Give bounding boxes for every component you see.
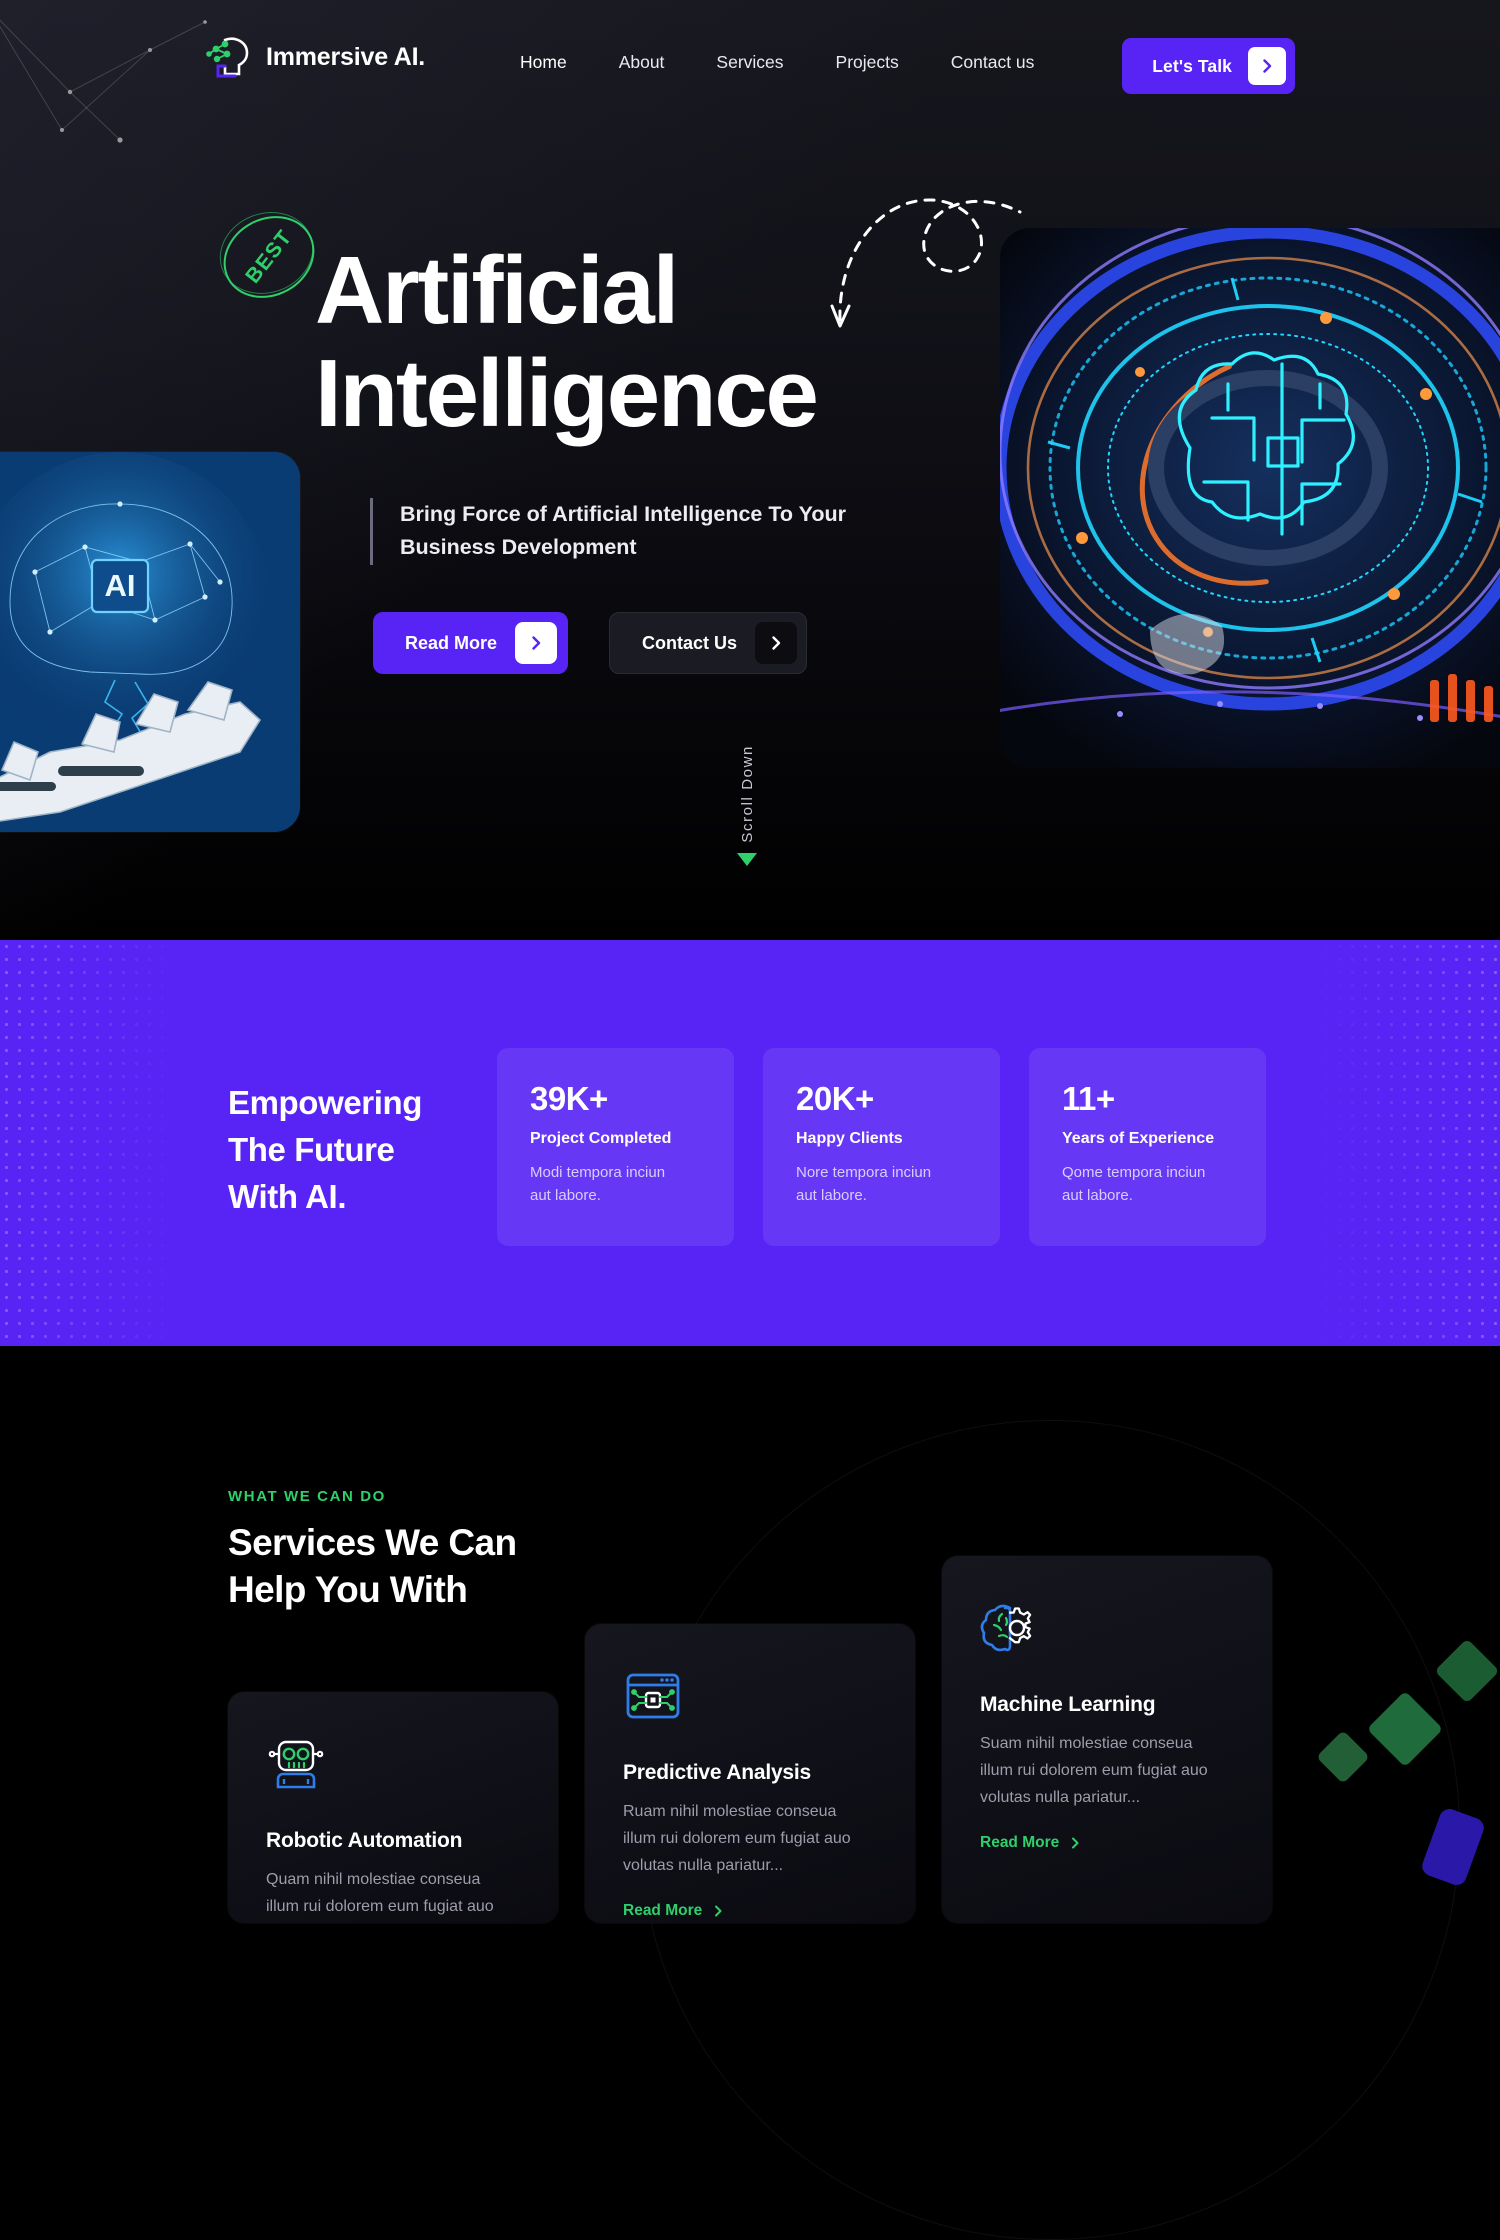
hero-image-robot-hand: AI xyxy=(0,452,300,832)
stat-description: Modi tempora inciun aut labore. xyxy=(530,1161,708,1208)
stat-description: Qome tempora inciun aut labore. xyxy=(1062,1161,1240,1208)
hero-title-line-2: Intelligence xyxy=(315,339,819,447)
stat-desc-line-2: aut labore. xyxy=(1062,1187,1133,1205)
scroll-down-label: Scroll Down xyxy=(738,745,756,843)
chevron-right-icon xyxy=(515,622,558,664)
services-eyebrow: WHAT WE CAN DO xyxy=(228,1488,386,1505)
hero-subtitle-line-2: Business Development xyxy=(400,535,637,560)
svg-text:AI: AI xyxy=(105,568,136,603)
service-card-robotic-automation[interactable]: Robotic Automation Quam nihil molestiae … xyxy=(228,1692,558,1923)
hero-title-line-1: Artificial xyxy=(315,237,679,344)
service-card-predictive-analysis[interactable]: Predictive Analysis Ruam nihil molestiae… xyxy=(585,1624,915,1923)
main-nav: Home About Services Projects Contact us xyxy=(520,52,1034,73)
hero-action-buttons: Read More Contact Us xyxy=(373,612,808,674)
service-desc-line-2: illum rui dolorem eum fugiat auo xyxy=(623,1829,851,1847)
stats-heading-line-3: With AI. xyxy=(228,1177,347,1215)
stat-number: 39K+ xyxy=(530,1080,608,1117)
service-desc-line-3: volutas nulla pariatur... xyxy=(623,1856,784,1874)
service-desc-line-3: volutas nulla pariatur... xyxy=(980,1788,1141,1806)
chevron-right-icon xyxy=(1072,1837,1079,1849)
robot-icon xyxy=(268,1740,324,1789)
read-more-label: Read More xyxy=(405,632,498,653)
stat-card: 20K+ Happy Clients Nore tempora inciun a… xyxy=(763,1048,1000,1246)
nav-item-services[interactable]: Services xyxy=(716,52,783,73)
stat-card: 11+ Years of Experience Qome tempora inc… xyxy=(1029,1048,1266,1246)
scroll-down-indicator[interactable]: Scroll Down xyxy=(730,745,764,866)
stat-desc-line-1: Qome tempora inciun xyxy=(1062,1164,1206,1181)
service-description: Quam nihil molestiae conseua illum rui d… xyxy=(266,1867,520,1923)
read-more-button[interactable]: Read More xyxy=(373,612,569,674)
stat-desc-line-2: aut labore. xyxy=(796,1187,867,1205)
contact-us-label: Contact Us xyxy=(642,632,738,653)
service-desc-line-2: illum rui dolorem eum fugiat auo xyxy=(980,1761,1208,1779)
dashed-loop-arrow-decoration xyxy=(830,198,1022,328)
top-navigation-bar: Immersive AI. Home About Services Projec… xyxy=(0,0,1500,110)
service-desc-line-1: Ruam nihil molestiae conseua xyxy=(623,1803,837,1820)
service-desc-line-1: Quam nihil molestiae conseua xyxy=(266,1871,481,1888)
contact-us-button[interactable]: Contact Us xyxy=(609,612,808,674)
stat-cards-list: 39K+ Project Completed Modi tempora inci… xyxy=(497,1048,1266,1246)
read-more-label: Read More xyxy=(623,1901,703,1919)
lets-talk-label: Let's Talk xyxy=(1152,55,1232,76)
dot-pattern-right xyxy=(1320,940,1500,1346)
triangle-down-icon xyxy=(737,852,757,866)
nav-item-about[interactable]: About xyxy=(619,52,665,73)
stat-desc-line-2: aut labore. xyxy=(530,1187,601,1205)
service-desc-line-2: illum rui dolorem eum fugiat auo xyxy=(266,1897,494,1915)
chevron-right-icon xyxy=(1248,47,1286,85)
service-description: Suam nihil molestiae conseua illum rui d… xyxy=(980,1731,1234,1812)
brand-logo-group[interactable]: Immersive AI. xyxy=(205,34,425,80)
chevron-right-icon xyxy=(755,622,798,664)
read-more-label: Read More xyxy=(980,1833,1060,1851)
services-title: Services We Can Help You With xyxy=(228,1520,648,1614)
services-title-line-2: Help You With xyxy=(228,1568,468,1610)
service-name: Machine Learning xyxy=(980,1693,1156,1716)
stat-number: 20K+ xyxy=(796,1080,874,1117)
stat-desc-line-1: Nore tempora inciun xyxy=(796,1164,932,1181)
stat-label: Happy Clients xyxy=(796,1130,903,1147)
stat-label: Project Completed xyxy=(530,1130,672,1147)
brand-name: Immersive AI. xyxy=(266,42,426,71)
ai-head-logo-icon xyxy=(206,37,249,78)
service-name: Predictive Analysis xyxy=(623,1761,812,1784)
dot-pattern-left xyxy=(0,940,180,1346)
service-card-machine-learning[interactable]: Machine Learning Suam nihil molestiae co… xyxy=(942,1556,1272,1923)
read-more-link[interactable]: Read More xyxy=(980,1834,1234,1852)
stat-number: 11+ xyxy=(1062,1080,1115,1117)
nav-item-projects[interactable]: Projects xyxy=(836,52,899,73)
service-description: Ruam nihil molestiae conseua illum rui d… xyxy=(623,1799,877,1880)
hero-section: Immersive AI. Home About Services Projec… xyxy=(0,0,1500,940)
hero-subtitle: Bring Force of Artificial Intelligence T… xyxy=(370,498,900,565)
lets-talk-button[interactable]: Let's Talk xyxy=(1122,38,1295,94)
nav-item-contact-us[interactable]: Contact us xyxy=(951,52,1035,73)
best-badge: BEST xyxy=(208,199,329,314)
stats-heading: Empowering The Future With AI. xyxy=(228,1080,488,1221)
service-name: Robotic Automation xyxy=(266,1829,463,1852)
stat-card: 39K+ Project Completed Modi tempora inci… xyxy=(497,1048,734,1246)
stats-heading-line-1: Empowering xyxy=(228,1084,423,1121)
stat-desc-line-1: Modi tempora inciun xyxy=(530,1164,666,1181)
grid-decoration xyxy=(1370,760,1500,822)
nav-item-home[interactable]: Home xyxy=(520,52,567,73)
predictive-chip-window-icon xyxy=(626,1673,680,1719)
services-title-line-1: Services We Can xyxy=(228,1522,517,1563)
hero-subtitle-line-1: Bring Force of Artificial Intelligence T… xyxy=(400,502,846,526)
stats-heading-line-2: The Future xyxy=(228,1130,395,1168)
read-more-link[interactable]: Read More xyxy=(623,1902,877,1920)
service-desc-line-1: Suam nihil molestiae conseua xyxy=(980,1735,1193,1752)
stat-description: Nore tempora inciun aut labore. xyxy=(796,1161,974,1208)
chevron-right-icon xyxy=(715,1905,722,1917)
stat-label: Years of Experience xyxy=(1062,1130,1215,1147)
brain-gear-icon xyxy=(980,1604,1032,1652)
